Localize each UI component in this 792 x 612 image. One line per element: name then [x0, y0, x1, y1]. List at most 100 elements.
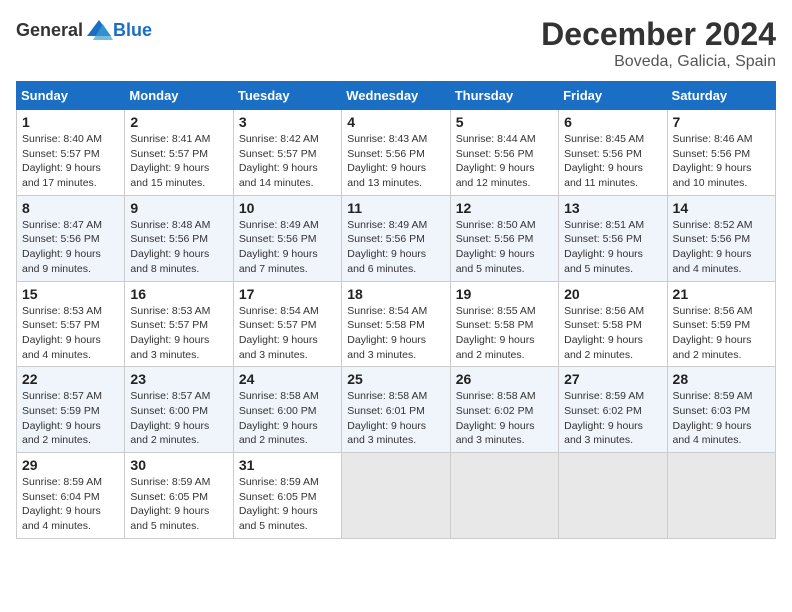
calendar-week-row: 15 Sunrise: 8:53 AMSunset: 5:57 PMDayligh…: [17, 281, 776, 367]
calendar-day-cell: 25 Sunrise: 8:58 AMSunset: 6:01 PMDayligh…: [342, 367, 450, 453]
calendar-day-cell: 10 Sunrise: 8:49 AMSunset: 5:56 PMDayligh…: [233, 195, 341, 281]
calendar-day-cell: 12Sunrise: 8:50 AMSunset: 5:56 PMDayligh…: [450, 195, 558, 281]
calendar-day-cell: 5 Sunrise: 8:44 AMSunset: 5:56 PMDaylight…: [450, 110, 558, 196]
day-info: Sunrise: 8:57 AMSunset: 5:59 PMDaylight:…: [22, 389, 119, 448]
day-info: Sunrise: 8:59 AMSunset: 6:05 PMDaylight:…: [239, 475, 336, 534]
calendar-day-cell: 16 Sunrise: 8:53 AMSunset: 5:57 PMDayligh…: [125, 281, 233, 367]
day-info: Sunrise: 8:42 AMSunset: 5:57 PMDaylight:…: [239, 132, 336, 191]
day-number: 26: [456, 371, 553, 387]
day-info: Sunrise: 8:59 AMSunset: 6:02 PMDaylight:…: [564, 389, 661, 448]
day-number: 24: [239, 371, 336, 387]
day-number: 3: [239, 114, 336, 130]
day-info: Sunrise: 8:49 AMSunset: 5:56 PMDaylight:…: [239, 218, 336, 277]
day-info: Sunrise: 8:58 AMSunset: 6:00 PMDaylight:…: [239, 389, 336, 448]
calendar-day-cell: 1 Sunrise: 8:40 AMSunset: 5:57 PMDaylight…: [17, 110, 125, 196]
calendar-week-row: 22 Sunrise: 8:57 AMSunset: 5:59 PMDayligh…: [17, 367, 776, 453]
location-title: Boveda, Galicia, Spain: [541, 53, 776, 71]
calendar-day-cell: [342, 453, 450, 539]
day-info: Sunrise: 8:53 AMSunset: 5:57 PMDaylight:…: [22, 304, 119, 363]
day-info: Sunrise: 8:44 AMSunset: 5:56 PMDaylight:…: [456, 132, 553, 191]
calendar-day-cell: 7Sunrise: 8:46 AMSunset: 5:56 PMDaylight…: [667, 110, 775, 196]
calendar-day-cell: 28 Sunrise: 8:59 AMSunset: 6:03 PMDayligh…: [667, 367, 775, 453]
calendar-day-cell: 19Sunrise: 8:55 AMSunset: 5:58 PMDayligh…: [450, 281, 558, 367]
calendar-day-cell: 22 Sunrise: 8:57 AMSunset: 5:59 PMDayligh…: [17, 367, 125, 453]
day-number: 8: [22, 200, 119, 216]
calendar-day-header: Friday: [559, 82, 667, 110]
page-header: General Blue December 2024 Boveda, Galic…: [16, 16, 776, 71]
day-info: Sunrise: 8:58 AMSunset: 6:01 PMDaylight:…: [347, 389, 444, 448]
day-number: 30: [130, 457, 227, 473]
day-number: 10: [239, 200, 336, 216]
calendar-day-cell: 24 Sunrise: 8:58 AMSunset: 6:00 PMDayligh…: [233, 367, 341, 453]
calendar-week-row: 1 Sunrise: 8:40 AMSunset: 5:57 PMDaylight…: [17, 110, 776, 196]
day-info: Sunrise: 8:56 AMSunset: 5:58 PMDaylight:…: [564, 304, 661, 363]
calendar-day-cell: 26 Sunrise: 8:58 AMSunset: 6:02 PMDayligh…: [450, 367, 558, 453]
logo-general: General: [16, 20, 83, 41]
logo: General Blue: [16, 16, 152, 44]
calendar-day-cell: [450, 453, 558, 539]
calendar-day-cell: 4Sunrise: 8:43 AMSunset: 5:56 PMDaylight…: [342, 110, 450, 196]
calendar-day-cell: 9 Sunrise: 8:48 AMSunset: 5:56 PMDaylight…: [125, 195, 233, 281]
day-number: 28: [673, 371, 770, 387]
calendar-day-cell: 15 Sunrise: 8:53 AMSunset: 5:57 PMDayligh…: [17, 281, 125, 367]
day-info: Sunrise: 8:45 AMSunset: 5:56 PMDaylight:…: [564, 132, 661, 191]
calendar-day-header: Thursday: [450, 82, 558, 110]
calendar-day-cell: 27 Sunrise: 8:59 AMSunset: 6:02 PMDayligh…: [559, 367, 667, 453]
calendar-header-row: SundayMondayTuesdayWednesdayThursdayFrid…: [17, 82, 776, 110]
day-info: Sunrise: 8:59 AMSunset: 6:05 PMDaylight:…: [130, 475, 227, 534]
day-number: 15: [22, 286, 119, 302]
calendar-day-cell: 21 Sunrise: 8:56 AMSunset: 5:59 PMDayligh…: [667, 281, 775, 367]
calendar-day-cell: 13 Sunrise: 8:51 AMSunset: 5:56 PMDayligh…: [559, 195, 667, 281]
day-number: 23: [130, 371, 227, 387]
calendar-day-cell: [667, 453, 775, 539]
day-info: Sunrise: 8:51 AMSunset: 5:56 PMDaylight:…: [564, 218, 661, 277]
day-number: 21: [673, 286, 770, 302]
day-number: 1: [22, 114, 119, 130]
day-number: 18: [347, 286, 444, 302]
day-info: Sunrise: 8:43 AMSunset: 5:56 PMDaylight:…: [347, 132, 444, 191]
calendar-day-cell: 6Sunrise: 8:45 AMSunset: 5:56 PMDaylight…: [559, 110, 667, 196]
day-info: Sunrise: 8:46 AMSunset: 5:56 PMDaylight:…: [673, 132, 770, 191]
calendar-day-header: Sunday: [17, 82, 125, 110]
day-info: Sunrise: 8:58 AMSunset: 6:02 PMDaylight:…: [456, 389, 553, 448]
day-number: 11: [347, 200, 444, 216]
calendar-table: SundayMondayTuesdayWednesdayThursdayFrid…: [16, 81, 776, 539]
day-info: Sunrise: 8:53 AMSunset: 5:57 PMDaylight:…: [130, 304, 227, 363]
calendar-day-cell: 18 Sunrise: 8:54 AMSunset: 5:58 PMDayligh…: [342, 281, 450, 367]
calendar-day-cell: 3 Sunrise: 8:42 AMSunset: 5:57 PMDaylight…: [233, 110, 341, 196]
calendar-day-cell: 8 Sunrise: 8:47 AMSunset: 5:56 PMDaylight…: [17, 195, 125, 281]
calendar-day-cell: 14Sunrise: 8:52 AMSunset: 5:56 PMDayligh…: [667, 195, 775, 281]
day-info: Sunrise: 8:56 AMSunset: 5:59 PMDaylight:…: [673, 304, 770, 363]
day-info: Sunrise: 8:54 AMSunset: 5:58 PMDaylight:…: [347, 304, 444, 363]
day-info: Sunrise: 8:48 AMSunset: 5:56 PMDaylight:…: [130, 218, 227, 277]
month-title: December 2024: [541, 16, 776, 53]
calendar-day-header: Tuesday: [233, 82, 341, 110]
day-info: Sunrise: 8:55 AMSunset: 5:58 PMDaylight:…: [456, 304, 553, 363]
calendar-week-row: 29 Sunrise: 8:59 AMSunset: 6:04 PMDayligh…: [17, 453, 776, 539]
day-number: 16: [130, 286, 227, 302]
day-number: 17: [239, 286, 336, 302]
day-info: Sunrise: 8:47 AMSunset: 5:56 PMDaylight:…: [22, 218, 119, 277]
day-number: 20: [564, 286, 661, 302]
day-number: 5: [456, 114, 553, 130]
day-number: 29: [22, 457, 119, 473]
calendar-day-cell: [559, 453, 667, 539]
logo-blue: Blue: [113, 20, 152, 41]
day-info: Sunrise: 8:41 AMSunset: 5:57 PMDaylight:…: [130, 132, 227, 191]
day-info: Sunrise: 8:59 AMSunset: 6:04 PMDaylight:…: [22, 475, 119, 534]
day-number: 9: [130, 200, 227, 216]
calendar-day-header: Wednesday: [342, 82, 450, 110]
day-number: 22: [22, 371, 119, 387]
day-info: Sunrise: 8:52 AMSunset: 5:56 PMDaylight:…: [673, 218, 770, 277]
day-info: Sunrise: 8:59 AMSunset: 6:03 PMDaylight:…: [673, 389, 770, 448]
logo-icon: [85, 16, 113, 44]
calendar-day-header: Saturday: [667, 82, 775, 110]
day-info: Sunrise: 8:50 AMSunset: 5:56 PMDaylight:…: [456, 218, 553, 277]
day-info: Sunrise: 8:40 AMSunset: 5:57 PMDaylight:…: [22, 132, 119, 191]
calendar-day-cell: 17Sunrise: 8:54 AMSunset: 5:57 PMDayligh…: [233, 281, 341, 367]
day-number: 13: [564, 200, 661, 216]
day-number: 27: [564, 371, 661, 387]
day-number: 25: [347, 371, 444, 387]
day-number: 2: [130, 114, 227, 130]
calendar-day-header: Monday: [125, 82, 233, 110]
